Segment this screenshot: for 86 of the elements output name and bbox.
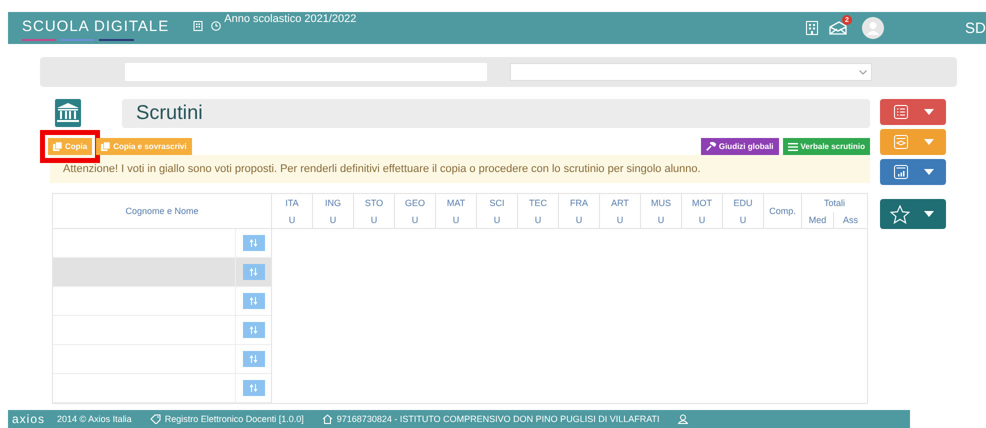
column-header: Totali [801,194,867,212]
column-header: U [435,212,476,229]
home-icon [322,414,333,424]
sort-button[interactable] [242,322,264,338]
column-header: MUS [640,194,681,212]
table-row[interactable] [53,258,236,287]
column-header: ITA [271,194,312,212]
column-header: SCI [476,194,517,212]
action-button[interactable]: Verbale scrutinio [782,138,870,155]
menu-dropdown-button[interactable] [880,159,946,185]
column-header: U [640,212,681,229]
sort-button[interactable] [242,264,264,280]
menu-icon [788,142,798,150]
brand-logo: axios [12,412,46,426]
column-header: ING [312,194,353,212]
column-header: GEO [394,194,435,212]
copyright-text: 2014 © Axios Italia [57,414,132,424]
table-row[interactable] [53,316,236,345]
select-field[interactable] [510,63,872,81]
action-button[interactable]: Giudizi globali [700,138,779,155]
user-icon[interactable] [678,414,688,424]
column-header: FRA [558,194,599,212]
column-header: U [353,212,394,229]
sort-button[interactable] [242,380,264,396]
arrows-up-down-icon [249,326,258,334]
arrows-up-down-icon [249,239,258,247]
table-row[interactable] [53,374,236,403]
clock-icon [211,21,222,31]
alert-message: Attenzione! I voti in giallo sono voti proposti. Per renderli definitivi effettuare il copia o procedere con lo scrutinio per singolo alunno. [63,163,701,175]
column-header: U [558,212,599,229]
column-header: ART [599,194,640,212]
copy-icon [53,142,62,151]
column-header: EDU [722,194,763,212]
page-title: Scrutini [136,102,203,125]
tag-icon [150,414,161,424]
product-version: Registro Elettronico Docenti [1.0.0] [164,414,304,424]
column-header: U [722,212,763,229]
column-header: Med [801,212,833,229]
caret-down-icon [924,139,934,145]
school-year: Anno scolastico 2021/2022 [224,13,356,26]
sort-button[interactable] [242,351,264,367]
caret-down-icon [924,211,934,217]
column-header: U [394,212,435,229]
avatar-icon[interactable] [862,17,884,39]
sort-button[interactable] [242,235,264,251]
column-header: Ass [833,212,867,229]
school-name: 97168730824 - ISTITUTO COMPRENSIVO DON PINO PUGLISI DI VILLAFRATI [336,414,660,424]
column-header: U [476,212,517,229]
corner-logo[interactable]: SD [965,21,986,37]
arrows-up-down-icon [249,355,258,363]
action-button[interactable]: Copia e sovrascrivi [96,138,192,155]
column-header: U [312,212,353,229]
column-header: U [271,212,312,229]
column-header: U [599,212,640,229]
copy-icon [101,142,110,151]
temple-icon [56,102,80,124]
sort-button[interactable] [242,293,264,309]
chevron-down-icon [859,70,867,75]
column-header: MOT [681,194,722,212]
menu-dropdown-button[interactable] [880,199,946,229]
column-header: Cognome e Nome [53,194,271,229]
column-header: STO [353,194,394,212]
arrows-up-down-icon [249,384,258,392]
column-header: U [517,212,558,229]
table-row[interactable] [53,345,236,374]
building-icon[interactable] [805,21,819,35]
star-icon [890,204,910,224]
envelope-icon [829,21,849,35]
column-header: Comp. [763,194,801,229]
menu-dropdown-button[interactable] [880,99,946,125]
list-icon [894,105,908,119]
column-header: MAT [435,194,476,212]
home-button[interactable] [55,99,81,127]
building-icon[interactable] [193,21,204,31]
caret-down-icon [924,109,934,115]
caret-down-icon [924,169,934,175]
column-header: TEC [517,194,558,212]
certificate-icon [894,135,908,149]
hammer-icon [706,142,716,151]
column-header: U [681,212,722,229]
action-button[interactable]: Copia [48,138,92,155]
table-row[interactable] [53,287,236,316]
arrows-up-down-icon [249,297,258,305]
app-logo[interactable]: SCUOLA DIGITALE [22,18,170,36]
bar-chart-icon [894,165,908,179]
arrows-up-down-icon [249,268,258,276]
